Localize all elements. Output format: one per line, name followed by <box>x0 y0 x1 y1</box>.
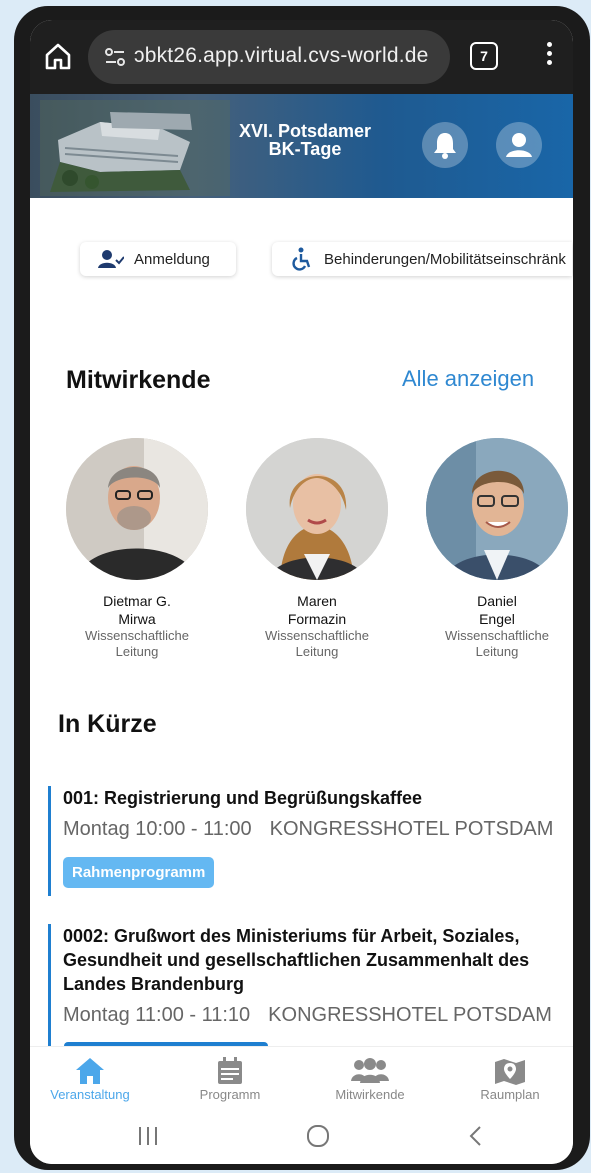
profile-button[interactable] <box>496 122 542 168</box>
contributor-name: Dietmar G. Mirwa <box>103 593 171 627</box>
home-circle-icon[interactable] <box>306 1124 330 1148</box>
browser-menu-icon[interactable] <box>543 42 555 72</box>
hotel-building-image <box>40 100 230 196</box>
show-all-link[interactable]: Alle anzeigen <box>402 366 534 392</box>
home-icon <box>76 1058 104 1084</box>
event-title: XVI. Potsdamer BK-Tage <box>238 121 372 159</box>
event-meta: Montag 10:00 - 11:00 KONGRESSHOTEL POTSDA… <box>63 818 573 841</box>
site-settings-icon[interactable] <box>104 47 126 67</box>
address-bar[interactable]: ɔbkt26.app.virtual.cvs-world.de <box>88 30 450 84</box>
header-banner: XVI. Potsdamer BK-Tage <box>30 94 573 198</box>
event-title: 001: Registrierung und Begrüßungskaffee <box>63 788 423 808</box>
contributor-role: Wissenschaftliche Leitung <box>84 628 190 659</box>
back-icon[interactable] <box>464 1124 488 1148</box>
system-navigation-bar <box>30 1110 573 1164</box>
contributor-card[interactable]: Maren Formazin Wissenschaftliche Leitung <box>237 438 397 660</box>
registration-chip[interactable]: Anmeldung <box>80 242 236 276</box>
event-tag[interactable]: Rahmenprogramm <box>63 857 215 888</box>
event-title: 0002: Grußwort des Ministeriums für Arbe… <box>63 926 530 994</box>
people-icon <box>351 1058 389 1083</box>
tab-switcher-button[interactable]: 7 <box>470 42 498 70</box>
browser-toolbar: ɔbkt26.app.virtual.cvs-world.de 7 <box>30 20 573 94</box>
user-check-icon <box>98 250 124 268</box>
phone-frame: ɔbkt26.app.virtual.cvs-world.de 7 XVI. P… <box>14 6 590 1170</box>
contributors-heading: Mitwirkende <box>66 366 211 394</box>
screen: ɔbkt26.app.virtual.cvs-world.de 7 XVI. P… <box>30 20 573 1164</box>
event-meta: Montag 11:00 - 11:10 KONGRESSHOTEL POTSDA… <box>63 1004 573 1027</box>
user-icon <box>506 133 532 157</box>
event-item[interactable]: 001: Registrierung und Begrüßungskaffee … <box>48 786 573 896</box>
contributor-role: Wissenschaftliche Leitung <box>264 628 370 659</box>
nav-veranstaltung[interactable]: Veranstaltung <box>30 1057 150 1102</box>
nav-programm[interactable]: Programm <box>170 1057 290 1102</box>
avatar <box>66 438 208 580</box>
accessibility-chip[interactable]: Behinderungen/Mobilitätseinschränk <box>272 242 572 276</box>
nav-raumplan[interactable]: Raumplan <box>450 1057 570 1102</box>
url-text: ɔbkt26.app.virtual.cvs-world.de <box>134 44 429 67</box>
event-time: Montag 10:00 - 11:00 <box>63 818 252 840</box>
contributor-card[interactable]: Daniel Engel Wissenschaftliche Leitung <box>417 438 573 660</box>
event-location: KONGRESSHOTEL POTSDAM <box>268 1004 552 1026</box>
contributor-card[interactable]: Dietmar G. Mirwa Wissenschaftliche Leitu… <box>57 438 217 660</box>
map-icon <box>495 1059 525 1085</box>
wheelchair-icon <box>292 247 311 271</box>
event-location: KONGRESSHOTEL POTSDAM <box>269 818 554 840</box>
notifications-button[interactable] <box>422 122 468 168</box>
contributor-name: Maren Formazin <box>287 593 347 627</box>
bell-icon <box>434 133 456 159</box>
recent-apps-icon[interactable] <box>136 1124 160 1148</box>
bottom-navigation: Veranstaltung Programm Mitwirkende Raump… <box>30 1046 573 1110</box>
avatar <box>426 438 568 580</box>
brief-heading: In Kürze <box>58 710 157 738</box>
home-icon[interactable] <box>42 40 74 72</box>
nav-mitwirkende[interactable]: Mitwirkende <box>310 1057 430 1102</box>
contributor-role: Wissenschaftliche Leitung <box>444 628 550 659</box>
calendar-icon <box>218 1057 242 1084</box>
contributor-name: Daniel Engel <box>477 593 517 627</box>
event-time: Montag 11:00 - 11:10 <box>63 1004 251 1026</box>
avatar <box>246 438 388 580</box>
